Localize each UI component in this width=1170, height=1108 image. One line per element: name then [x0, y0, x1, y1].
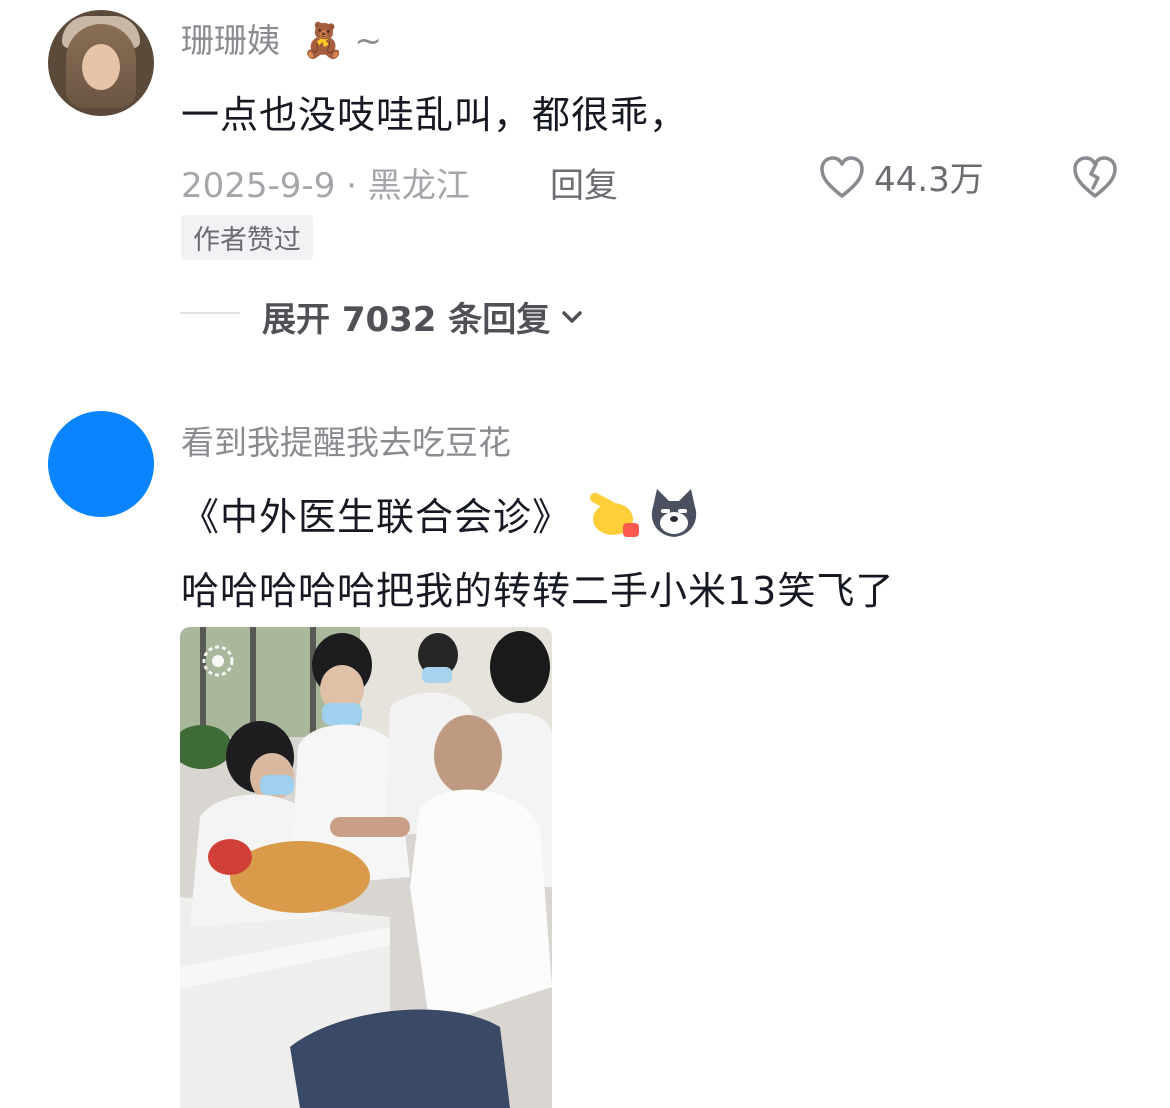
comment-text-line2: 哈哈哈哈哈把我的转转二手小米13笑飞了	[181, 569, 895, 613]
like-button[interactable]: 44.3万	[818, 152, 984, 201]
pointing-hand-icon	[583, 487, 641, 541]
avatar[interactable]	[48, 10, 154, 116]
avatar[interactable]	[48, 411, 154, 517]
broken-heart-icon	[1073, 156, 1117, 198]
heart-outline-icon	[820, 155, 864, 198]
chevron-down-icon	[562, 310, 583, 323]
username[interactable]: 看到我提醒我去吃豆花	[181, 416, 511, 464]
reply-button[interactable]: 回复	[550, 158, 618, 207]
husky-dog-icon	[645, 487, 703, 541]
comment-date-location: 2025-9-9 · 黑龙江	[181, 166, 470, 206]
comment-photo[interactable]	[180, 627, 552, 1108]
divider	[180, 312, 240, 314]
author-liked-badge: 作者赞过	[181, 215, 313, 260]
username[interactable]: 珊珊姨 🧸 ~	[181, 14, 382, 62]
like-count: 44.3万	[874, 160, 984, 200]
comment-text-line1: 《中外医生联合会诊》	[181, 486, 703, 541]
expand-replies-button[interactable]: 展开 7032 条回复	[262, 292, 586, 341]
comment-text: 一点也没吱哇乱叫，都很乖，	[181, 93, 689, 137]
dislike-button[interactable]	[1071, 154, 1119, 204]
teddy-bear-icon: 🧸	[302, 21, 345, 61]
